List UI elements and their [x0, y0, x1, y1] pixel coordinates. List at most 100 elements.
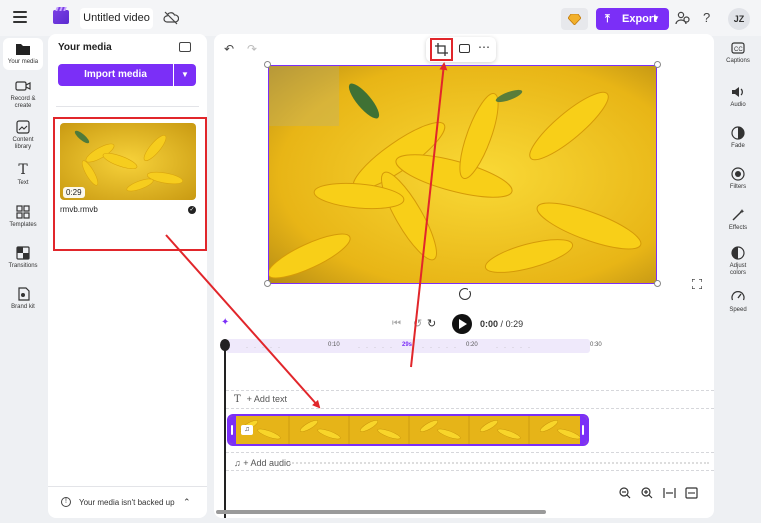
ruler-dots: ·····	[246, 345, 286, 351]
sparkle-icon[interactable]: ✦	[221, 317, 229, 328]
library-icon	[16, 120, 30, 134]
context-toolbar: ⋯	[426, 37, 496, 62]
play-button[interactable]	[452, 314, 472, 334]
resize-handle[interactable]	[264, 61, 271, 68]
crop-button[interactable]	[430, 38, 453, 61]
project-title-field[interactable]: Untitled video	[80, 8, 153, 29]
brand-kit-icon	[18, 287, 30, 301]
panel-title: Your media	[58, 42, 112, 53]
rail-label: Captions	[726, 58, 750, 64]
zoom-out-icon[interactable]	[619, 487, 631, 499]
rail-label: Record & create	[10, 96, 36, 109]
rail-item-audio[interactable]: Audio	[718, 85, 758, 109]
backup-notice[interactable]: ! Your media isn't backed up ⌃	[61, 497, 201, 509]
collapse-panel-icon[interactable]	[179, 42, 191, 52]
resize-handle[interactable]	[654, 61, 661, 68]
rewind-5s-icon[interactable]: ↺	[413, 317, 422, 330]
track-separator	[226, 408, 714, 409]
rotate-icon[interactable]	[459, 287, 472, 300]
resize-handle[interactable]	[654, 280, 661, 287]
track-separator	[226, 452, 714, 453]
import-dropdown-button[interactable]: ▼	[174, 64, 196, 86]
expand-timeline-icon[interactable]	[685, 487, 698, 499]
rail-label: Text	[17, 180, 29, 186]
clip-trim-handle-left[interactable]	[229, 416, 236, 444]
media-item-card[interactable]: 0:29 rmvb.rmvb ✓	[53, 117, 207, 251]
ruler-dots: ·····	[422, 345, 462, 351]
audio-waveform-placeholder	[289, 462, 709, 466]
fit-icon[interactable]	[459, 44, 470, 53]
avatar[interactable]: JZ	[728, 8, 750, 30]
volume-icon[interactable]: ♫	[241, 425, 253, 435]
playhead-handle[interactable]	[220, 339, 230, 351]
rail-item-speed[interactable]: Speed	[718, 290, 758, 314]
redo-icon[interactable]: ↷	[247, 42, 257, 56]
rail-item-transitions[interactable]: Transitions	[0, 245, 46, 270]
clip-filmstrip-image	[229, 416, 587, 444]
fullscreen-icon[interactable]	[692, 279, 702, 289]
rail-item-effects[interactable]: Effects	[718, 208, 758, 232]
top-bar: Untitled video ⤒ Export ▼ ? JZ	[0, 0, 761, 36]
rail-item-fade[interactable]: Fade	[718, 126, 758, 150]
fade-icon	[731, 126, 745, 140]
video-preview[interactable]	[268, 65, 657, 284]
resize-handle[interactable]	[264, 280, 271, 287]
media-filename: rmvb.rmvb	[60, 205, 98, 214]
add-audio-track[interactable]: ♫ + Add audio	[234, 458, 291, 468]
filters-icon	[731, 167, 745, 181]
duration-badge: 0:29	[63, 187, 85, 198]
total-time: 0:29	[505, 319, 524, 329]
rail-label: Brand kit	[11, 304, 35, 310]
track-separator	[226, 390, 714, 391]
editor-stage: ↶ ↷ ⋯ ✦ ⏮ ↺ ↻ 0:00 / 0:29 ····· 0:10 ···…	[214, 34, 714, 518]
folder-icon	[16, 44, 30, 55]
undo-icon[interactable]: ↶	[224, 42, 234, 56]
chevron-up-icon[interactable]: ⌃	[183, 497, 191, 508]
clipchamp-logo-icon	[53, 10, 69, 24]
flower-video-frame-image	[269, 66, 656, 283]
timeline-scrollbar[interactable]	[216, 510, 546, 514]
rail-item-adjust-colors[interactable]: Adjust colors	[718, 246, 758, 277]
more-options-icon[interactable]: ⋯	[478, 40, 491, 54]
text-icon: T	[234, 394, 241, 405]
upload-icon: ⤒	[605, 13, 610, 25]
rail-item-templates[interactable]: Templates	[0, 204, 46, 229]
rail-item-record-create[interactable]: Record & create	[0, 78, 46, 110]
rail-item-your-media[interactable]: Your media	[3, 38, 43, 70]
svg-text:CC: CC	[734, 47, 743, 53]
add-text-track[interactable]: T + Add text	[234, 394, 287, 405]
rail-item-captions[interactable]: CC Captions	[718, 41, 758, 65]
zoom-controls	[619, 484, 704, 502]
export-button[interactable]: ⤒ Export ▼	[596, 8, 669, 30]
rail-label: Your media	[7, 59, 39, 65]
video-clip[interactable]: ♫	[227, 414, 589, 446]
speedometer-icon	[731, 291, 745, 301]
timeline-ruler[interactable]: ····· 0:10 ····· 29s ····· 0:20 ····· 0:…	[226, 339, 714, 353]
adjust-colors-icon	[731, 246, 745, 260]
rail-label: Templates	[9, 222, 37, 228]
divider	[56, 106, 199, 107]
templates-icon	[16, 205, 30, 219]
skip-back-icon[interactable]: ⏮	[392, 318, 401, 329]
clip-trim-handle-right[interactable]	[580, 416, 587, 444]
rail-item-text[interactable]: T Text	[0, 163, 46, 187]
premium-button[interactable]	[561, 8, 588, 30]
forward-5s-icon[interactable]: ↻	[427, 317, 436, 330]
media-panel: Your media Import media ▼ 0:29 rmvb.rmvb…	[48, 34, 207, 518]
rail-item-brand-kit[interactable]: Brand kit	[0, 286, 46, 311]
share-people-icon[interactable]	[675, 11, 691, 25]
rail-label: Speed	[729, 307, 747, 313]
zoom-in-icon[interactable]	[641, 487, 653, 499]
fit-width-icon[interactable]	[663, 487, 676, 499]
help-icon[interactable]: ?	[703, 10, 710, 25]
add-text-label: + Add text	[246, 394, 287, 404]
menu-icon[interactable]	[13, 11, 27, 23]
cloud-offline-icon[interactable]	[163, 11, 179, 25]
playhead[interactable]	[224, 345, 226, 518]
rail-label: Fade	[731, 143, 745, 149]
import-media-button[interactable]: Import media	[58, 64, 173, 86]
rail-item-filters[interactable]: Filters	[718, 167, 758, 191]
rail-item-content-library[interactable]: Content library	[0, 119, 46, 151]
ruler-dots: ·····	[496, 345, 536, 351]
rail-label: Effects	[728, 225, 748, 231]
